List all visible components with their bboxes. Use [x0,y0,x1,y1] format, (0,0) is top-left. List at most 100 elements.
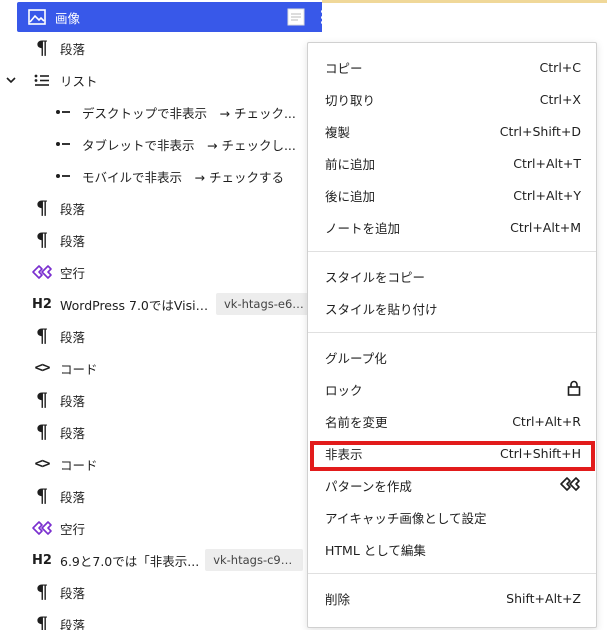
block-options-context-menu: コピー Ctrl+C 切り取り Ctrl+X 複製 Ctrl+Shift+D 前に追加 Ctr… [307,42,597,628]
paragraph-icon: ¶ [35,36,49,59]
hide-item-highlight-box [310,441,595,471]
list-view-item-label: WordPress 7.0ではVisib... [60,297,210,313]
paragraph-icon: ¶ [35,324,49,347]
menu-item-label: スタイルをコピー [325,269,426,285]
list-view-item-label: コード [60,457,98,473]
list-item-icon [52,100,76,124]
list-view-item-label: 段落 [60,617,86,630]
menu-item[interactable]: スタイルを貼り付け [308,292,596,324]
list-view-item-spacer[interactable]: 空行 [0,512,322,544]
editor-top-accent [322,0,607,3]
menu-item[interactable]: HTML として編集 [308,533,596,565]
list-view-item-list-item[interactable]: デスクトップで非表示 → チェック... [0,96,322,128]
menu-item-label: パターンを作成 [325,478,412,494]
list-view-item-label: 空行 [60,265,86,281]
list-view-item-label: 段落 [60,585,86,601]
list-view-tree: 画像 ¶ 段落 リスト デスクトップで非表示 → チェック... タブレットで非表示 →… [0,0,322,630]
menu-item[interactable]: アイキャッチ画像として設定 [308,501,596,533]
image-icon [25,5,49,29]
menu-group: スタイルをコピー スタイルを貼り付け [308,252,596,333]
paragraph-icon: ¶ [35,580,49,603]
menu-item-label: 切り取り [325,92,376,108]
menu-item-label: ロック [325,382,363,398]
list-view-item-label: 空行 [60,521,86,537]
menu-item[interactable]: 切り取り Ctrl+X [308,83,596,115]
list-view-item-heading[interactable]: H2 WordPress 7.0ではVisib... vk-htags-e64... [0,288,322,320]
list-view-item-paragraph[interactable]: ¶ 段落 [0,320,322,352]
list-view-item-paragraph[interactable]: ¶ 段落 [0,608,322,630]
menu-item[interactable]: 後に追加 Ctrl+Alt+Y [308,179,596,211]
list-view-item-label: タブレットで非表示 → チェックし... [82,137,296,153]
menu-item-shortcut: Shift+Alt+Z [506,590,581,606]
menu-item-label: 名前を変更 [325,414,388,430]
list-view-item-paragraph[interactable]: ¶ 段落 [0,224,322,256]
list-icon [30,68,54,92]
menu-item-label: アイキャッチ画像として設定 [325,510,487,526]
list-view-item-label: モバイルで非表示 → チェックする [82,169,284,185]
list-item-icon [52,164,76,188]
list-view-item-label: デスクトップで非表示 → チェック... [82,105,296,121]
list-view-item-code[interactable]: <> コード [0,352,322,384]
block-options-kebab-icon[interactable] [317,8,322,26]
list-view-item-paragraph[interactable]: ¶ 段落 [0,32,322,64]
menu-item[interactable]: ノートを追加 Ctrl+Alt+M [308,211,596,243]
list-view-item-label: 段落 [60,201,86,217]
menu-item-label: スタイルを貼り付け [325,301,438,317]
menu-item[interactable]: 複製 Ctrl+Shift+D [308,115,596,147]
menu-group: コピー Ctrl+C 切り取り Ctrl+X 複製 Ctrl+Shift+D 前に追加 Ctr… [308,43,596,252]
list-view-item-paragraph[interactable]: ¶ 段落 [0,384,322,416]
paragraph-icon: ¶ [35,388,49,411]
menu-item-shortcut: Ctrl+C [539,59,581,75]
list-view-item-label: 段落 [60,393,86,409]
menu-item-shortcut: Ctrl+Alt+Y [513,187,581,203]
list-view-item-list[interactable]: リスト [0,64,322,96]
menu-item[interactable]: グループ化 [308,341,596,373]
code-icon: <> [34,360,51,376]
list-view-item-image-selected[interactable]: 画像 [17,2,322,32]
list-view-item-paragraph[interactable]: ¶ 段落 [0,576,322,608]
menu-item-label: 前に追加 [325,156,376,172]
menu-item-shortcut: Ctrl+Shift+D [499,123,581,139]
menu-item-shortcut: Ctrl+Alt+M [510,219,581,235]
menu-item-label: グループ化 [325,350,387,366]
list-view-item-paragraph[interactable]: ¶ 段落 [0,416,322,448]
paragraph-icon: ¶ [35,420,49,443]
menu-item[interactable]: 名前を変更 Ctrl+Alt+R [308,405,596,437]
list-view-item-list-item[interactable]: モバイルで非表示 → チェックする [0,160,322,192]
menu-item[interactable]: コピー Ctrl+C [308,51,596,83]
list-view-item-list-item[interactable]: タブレットで非表示 → チェックし... [0,128,322,160]
list-view-item-label: 段落 [60,41,86,57]
menu-item[interactable]: 削除 Shift+Alt+Z [308,582,596,614]
list-view-item-label: 6.9と7.0では「非表示... [60,553,200,569]
menu-item-label: コピー [325,60,363,76]
pattern-icon [559,476,581,495]
menu-group: 削除 Shift+Alt+Z [308,574,596,622]
list-view-item-code[interactable]: <> コード [0,448,322,480]
list-view-item-label: 段落 [60,489,86,505]
menu-item-shortcut: Ctrl+Alt+R [512,413,581,429]
list-view-item-label: 段落 [60,233,86,249]
list-view-item-label: 段落 [60,425,86,441]
list-view-item-paragraph[interactable]: ¶ 段落 [0,480,322,512]
heading-icon: H2 [32,552,52,568]
lock-icon [567,380,581,399]
list-view-item-label: 段落 [60,329,86,345]
menu-item[interactable]: パターンを作成 [308,469,596,501]
menu-item-label: ノートを追加 [325,220,401,236]
list-view-item-paragraph[interactable]: ¶ 段落 [0,192,322,224]
anchor-id-chip: vk-htags-e64... [216,293,314,315]
list-view-item-spacer[interactable]: 空行 [0,256,322,288]
paragraph-icon: ¶ [35,612,49,630]
menu-item[interactable]: 前に追加 Ctrl+Alt+T [308,147,596,179]
menu-item-label: 削除 [325,591,351,607]
menu-item[interactable]: ロック [308,373,596,405]
list-item-icon [52,132,76,156]
chevron-down-icon[interactable] [6,73,16,88]
heading-icon: H2 [32,296,52,312]
spacer-icon [30,260,54,284]
menu-item[interactable]: スタイルをコピー [308,260,596,292]
list-view-item-heading[interactable]: H2 6.9と7.0では「非表示... vk-htags-c94... [0,544,322,576]
anchor-id-chip: vk-htags-c94... [205,549,304,571]
paragraph-icon: ¶ [35,196,49,219]
note-bubble-icon[interactable] [287,8,305,29]
